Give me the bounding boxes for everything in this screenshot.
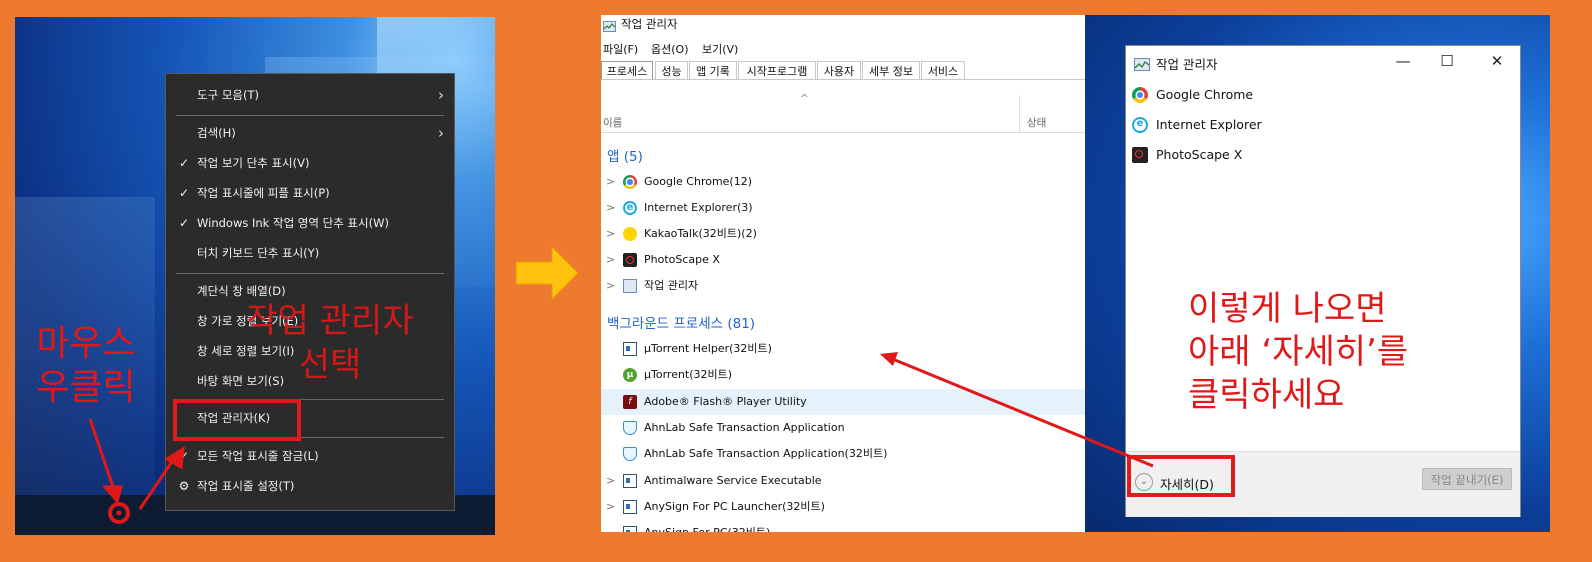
process-name: Google Chrome(12) bbox=[644, 175, 753, 188]
column-header-name[interactable]: 이름 bbox=[603, 115, 622, 130]
menu-options[interactable]: 옵션(O) bbox=[651, 41, 688, 57]
sort-ascending-icon: ^ bbox=[800, 93, 809, 105]
process-row[interactable]: µ µTorrent(32비트) bbox=[601, 362, 1085, 388]
ie-icon: e bbox=[1132, 117, 1148, 133]
process-row[interactable]: µTorrent Helper(32비트) bbox=[601, 336, 1085, 362]
annotation-line: 아래 ‘자세히’를 bbox=[1188, 332, 1409, 372]
process-row[interactable]: > Antimalware Service Executable bbox=[601, 468, 1085, 494]
app-window-icon bbox=[623, 474, 637, 488]
photoscape-icon bbox=[1132, 147, 1148, 163]
process-name: µTorrent Helper(32비트) bbox=[644, 342, 772, 355]
task-manager-detailed-window: 작업 관리자 파일(F) 옵션(O) 보기(V) 프로세스 성능 앱 기록 시작… bbox=[601, 15, 1085, 532]
process-name: 작업 관리자 bbox=[644, 279, 699, 292]
process-name: Antimalware Service Executable bbox=[644, 474, 822, 487]
column-separator bbox=[1019, 95, 1020, 133]
annotation-instruction: 이렇게 나오면 아래 ‘자세히’를 클릭하세요 bbox=[1188, 288, 1488, 417]
tab-performance[interactable]: 성능 bbox=[655, 61, 688, 80]
menu-view[interactable]: 보기(V) bbox=[702, 41, 738, 57]
task-manager-compact-window: 작업 관리자 — ☐ ✕ Google Chrome e Internet Ex… bbox=[1125, 45, 1521, 517]
tab-app-history[interactable]: 앱 기록 bbox=[689, 61, 737, 80]
app-window-icon bbox=[623, 342, 637, 356]
annotation-line: 이렇게 나오면 bbox=[1188, 289, 1387, 329]
process-row[interactable]: > AnySign For PC Launcher(32비트) bbox=[601, 494, 1085, 520]
app-row[interactable]: PhotoScape X bbox=[1132, 143, 1432, 167]
process-name: AnySign For PC Launcher(32비트) bbox=[644, 500, 825, 513]
menu-file[interactable]: 파일(F) bbox=[603, 41, 638, 57]
process-name: Internet Explorer(3) bbox=[644, 201, 753, 214]
window-title: 작업 관리자 bbox=[1156, 57, 1218, 72]
process-name: µTorrent(32비트) bbox=[644, 368, 733, 381]
task-manager-icon bbox=[603, 17, 616, 32]
tab-bar: 프로세스 성능 앱 기록 시작프로그램 사용자 세부 정보 서비스 bbox=[601, 61, 971, 80]
process-row[interactable]: > PhotoScape X bbox=[601, 247, 1085, 273]
group-header-background: 백그라운드 프로세스 (81) bbox=[607, 316, 756, 332]
process-name: KakaoTalk(32비트)(2) bbox=[644, 227, 757, 240]
process-row[interactable]: > Google Chrome(12) bbox=[601, 169, 1085, 195]
process-name: PhotoScape X bbox=[644, 253, 720, 266]
arrow-right-icon bbox=[516, 245, 579, 301]
process-row[interactable]: > 작업 관리자 bbox=[601, 273, 1085, 299]
app-row[interactable]: e Internet Explorer bbox=[1132, 113, 1432, 137]
chevron-right-icon[interactable]: > bbox=[606, 273, 615, 299]
taskmanager-icon bbox=[623, 279, 637, 293]
ie-icon: e bbox=[623, 201, 637, 215]
group-header-apps: 앱 (5) bbox=[607, 149, 643, 165]
desktop-screenshot-panel: 도구 모음(T) › 검색(H) › ✓ 작업 보기 단추 표시(V) ✓ 작업… bbox=[15, 17, 495, 535]
process-name: Adobe® Flash® Player Utility bbox=[644, 395, 807, 408]
minimize-button[interactable]: — bbox=[1388, 52, 1418, 70]
tab-divider bbox=[601, 79, 1085, 80]
maximize-button[interactable]: ☐ bbox=[1432, 52, 1462, 70]
chevron-right-icon[interactable]: > bbox=[606, 169, 615, 195]
kakaotalk-icon bbox=[623, 227, 637, 241]
tab-processes[interactable]: 프로세스 bbox=[601, 61, 653, 80]
process-row[interactable]: AnySign For PC(32비트) bbox=[601, 520, 1085, 532]
annotation-arrows bbox=[88, 418, 185, 524]
process-row-selected[interactable]: f Adobe® Flash® Player Utility bbox=[601, 389, 1085, 415]
flash-icon: f bbox=[623, 395, 637, 409]
chevron-right-icon[interactable]: > bbox=[606, 195, 615, 221]
chevron-right-icon[interactable]: > bbox=[606, 247, 615, 273]
process-row[interactable]: > KakaoTalk(32비트)(2) bbox=[601, 221, 1085, 247]
ahnlab-shield-icon bbox=[623, 421, 637, 435]
process-name: AnySign For PC(32비트) bbox=[644, 520, 770, 532]
ahnlab-shield-icon bbox=[623, 447, 637, 461]
tab-services[interactable]: 서비스 bbox=[921, 61, 965, 80]
annotation-line: 클릭하세요 bbox=[1188, 375, 1345, 415]
app-window-icon bbox=[623, 526, 637, 532]
close-button[interactable]: ✕ bbox=[1482, 52, 1512, 70]
process-row[interactable]: AhnLab Safe Transaction Application(32비트… bbox=[601, 441, 1085, 467]
process-row[interactable]: > e Internet Explorer(3) bbox=[601, 195, 1085, 221]
process-name: AhnLab Safe Transaction Application(32비트… bbox=[644, 447, 888, 460]
app-name: Google Chrome bbox=[1156, 87, 1254, 102]
end-task-button[interactable]: 작업 끝내기(E) bbox=[1422, 468, 1512, 490]
app-name: PhotoScape X bbox=[1156, 147, 1243, 162]
header-divider bbox=[601, 132, 1085, 133]
process-name: AhnLab Safe Transaction Application bbox=[644, 421, 845, 434]
photoscape-icon bbox=[623, 253, 637, 267]
app-name: Internet Explorer bbox=[1156, 117, 1262, 132]
tab-startup[interactable]: 시작프로그램 bbox=[738, 61, 816, 80]
app-row[interactable]: Google Chrome bbox=[1132, 83, 1432, 107]
chrome-icon bbox=[623, 175, 637, 189]
chevron-right-icon[interactable]: > bbox=[606, 468, 615, 494]
highlight-box bbox=[1127, 455, 1235, 497]
task-manager-icon bbox=[1134, 56, 1150, 71]
process-row[interactable]: AhnLab Safe Transaction Application bbox=[601, 415, 1085, 441]
window-title: 작업 관리자 bbox=[621, 17, 678, 31]
chevron-right-icon[interactable]: > bbox=[606, 221, 615, 247]
tab-users[interactable]: 사용자 bbox=[817, 61, 861, 80]
column-header-status[interactable]: 상태 bbox=[1027, 115, 1046, 130]
utorrent-icon: µ bbox=[623, 368, 637, 382]
chrome-icon bbox=[1132, 87, 1148, 103]
app-window-icon bbox=[623, 500, 637, 514]
chevron-right-icon[interactable]: > bbox=[606, 494, 615, 520]
tab-details[interactable]: 세부 정보 bbox=[862, 61, 920, 80]
